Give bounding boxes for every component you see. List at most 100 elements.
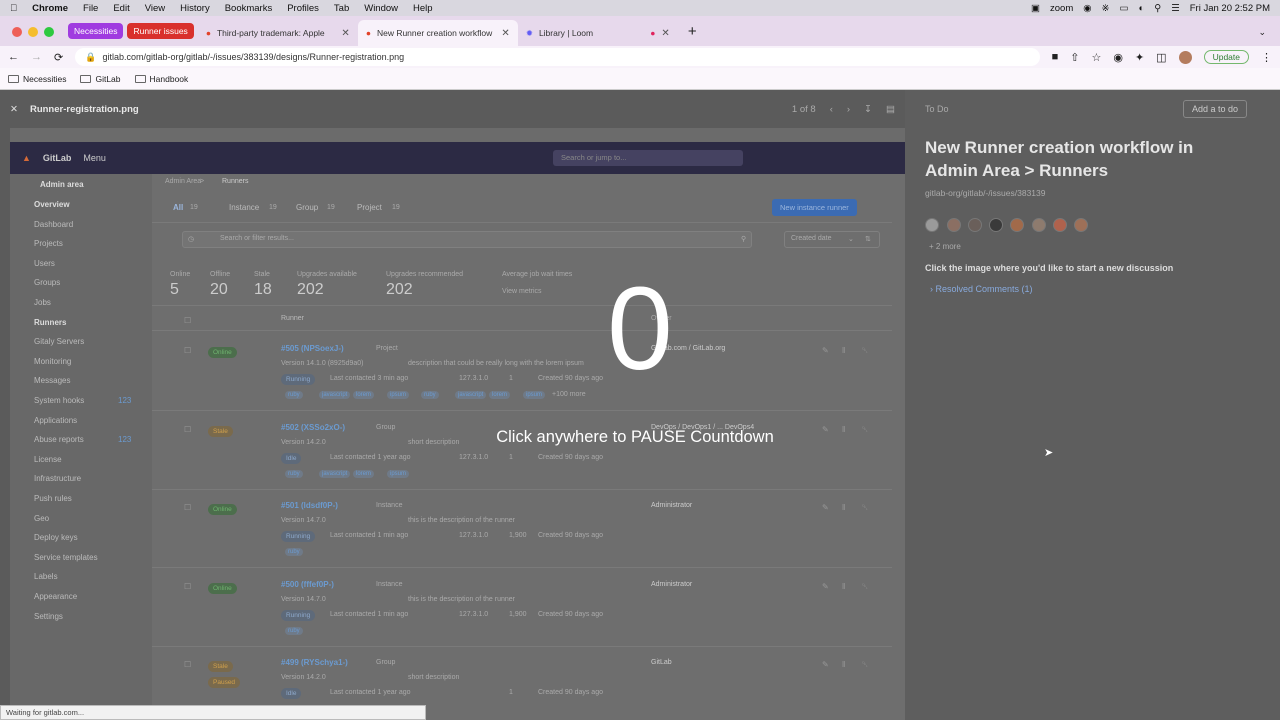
avatar[interactable] <box>1053 218 1067 232</box>
sidebar-item-users[interactable]: Users <box>34 259 55 268</box>
avatar[interactable] <box>1032 218 1046 232</box>
sidebar-item-applications[interactable]: Applications <box>34 416 77 425</box>
new-tab-button[interactable]: + <box>688 23 697 40</box>
back-icon[interactable]: ← <box>8 51 19 63</box>
menu-history[interactable]: History <box>180 3 210 14</box>
edit-icon[interactable]: ✎ <box>822 503 829 512</box>
breadcrumb-runners[interactable]: Runners <box>222 178 248 185</box>
tab-instance[interactable]: Instance <box>229 203 259 212</box>
avatar[interactable] <box>1010 218 1024 232</box>
more-participants[interactable]: + 2 more <box>929 242 961 251</box>
row-checkbox[interactable]: ☐ <box>184 503 191 512</box>
control-center-icon[interactable]: ☰ <box>1171 3 1180 14</box>
forward-icon[interactable]: → <box>31 51 42 63</box>
new-instance-runner-button[interactable]: New instance runner <box>772 199 857 216</box>
edit-icon[interactable]: ✎ <box>822 660 829 669</box>
close-icon[interactable]: ✕ <box>10 104 18 115</box>
menu-file[interactable]: File <box>83 3 98 14</box>
zoom-status[interactable]: zoom <box>1050 3 1073 14</box>
sidebar-toggle-icon[interactable]: ▤ <box>886 104 895 115</box>
kebab-menu-icon[interactable]: ⋮ <box>1261 51 1272 64</box>
menu-button[interactable]: Menu <box>83 153 106 163</box>
tab-group-necessities[interactable]: Necessities <box>68 23 124 39</box>
runner-owner[interactable]: Administrator <box>651 502 692 509</box>
runner-id-link[interactable]: #501 (ldsdf0P-) <box>281 501 338 510</box>
apple-icon[interactable]:  <box>10 3 17 14</box>
row-checkbox[interactable]: ☐ <box>184 660 191 669</box>
zoom-window-button[interactable] <box>44 27 54 37</box>
tab-group-runner-issues[interactable]: Runner issues <box>127 23 194 39</box>
sidebar-item-geo[interactable]: Geo <box>34 514 49 523</box>
bluetooth-icon[interactable]: ※ <box>1102 3 1110 14</box>
runner-id-link[interactable]: #499 (RYSchya1-) <box>281 658 348 667</box>
sidebar-item-labels[interactable]: Labels <box>34 572 58 581</box>
row-checkbox[interactable]: ☐ <box>184 582 191 591</box>
sidebar-item-dashboard[interactable]: Dashboard <box>34 220 73 229</box>
sidebar-item-push-rules[interactable]: Push rules <box>34 494 72 503</box>
sort-direction-icon[interactable]: ⇅ <box>865 235 871 243</box>
chevron-left-icon[interactable]: ‹ <box>830 104 833 115</box>
sidebar-item-appearance[interactable]: Appearance <box>34 592 77 601</box>
tab-search-icon[interactable]: ⌄ <box>1258 27 1266 38</box>
tab-group[interactable]: Group <box>296 203 318 212</box>
share-icon[interactable]: ⇧ <box>1070 51 1079 64</box>
avatar[interactable] <box>925 218 939 232</box>
clock[interactable]: Fri Jan 20 2:52 PM <box>1190 3 1270 14</box>
delete-icon[interactable]: ␡ <box>862 582 868 592</box>
filter-bar[interactable]: ◷ Search or filter results... ⚲ <box>182 231 752 248</box>
puzzle-icon[interactable]: ✦ <box>1135 51 1144 64</box>
delete-icon[interactable]: ␡ <box>862 660 868 670</box>
menu-window[interactable]: Window <box>364 3 398 14</box>
history-icon[interactable]: ◷ <box>188 235 194 243</box>
sidebar-icon[interactable]: ◫ <box>1156 51 1166 64</box>
pause-icon[interactable]: ‖ <box>842 503 845 512</box>
menu-tab[interactable]: Tab <box>334 3 349 14</box>
bookmark-handbook[interactable]: Handbook <box>134 74 188 84</box>
reload-icon[interactable]: ⟳ <box>54 51 63 64</box>
more-tags-link[interactable]: +100 more <box>552 391 586 398</box>
chevron-right-icon[interactable]: › <box>847 104 850 115</box>
add-todo-button[interactable]: Add a to do <box>1183 100 1248 118</box>
sidebar-item-infrastructure[interactable]: Infrastructure <box>34 474 81 483</box>
avatar[interactable] <box>947 218 961 232</box>
app-menu[interactable]: Chrome <box>32 3 68 14</box>
close-icon[interactable]: ✕ <box>661 28 669 39</box>
countdown-number[interactable]: 0 <box>0 270 1280 388</box>
close-icon[interactable]: ✕ <box>501 28 509 39</box>
search-input[interactable]: Search or jump to... <box>553 150 743 166</box>
pause-icon[interactable]: ‖ <box>842 660 845 669</box>
minimize-window-button[interactable] <box>28 27 38 37</box>
wifi-icon[interactable]: ◐ <box>1138 3 1144 14</box>
sidebar-item-settings[interactable]: Settings <box>34 612 63 621</box>
menu-profiles[interactable]: Profiles <box>287 3 319 14</box>
tab-all[interactable]: All <box>173 203 183 212</box>
menu-view[interactable]: View <box>145 3 165 14</box>
bookmark-star-icon[interactable]: ☆ <box>1091 51 1101 64</box>
download-icon[interactable]: ↧ <box>864 104 872 115</box>
tab-library-loom[interactable]: ✹ Library | Loom ● ✕ <box>518 20 678 46</box>
filter-input[interactable]: Search or filter results... <box>220 235 294 242</box>
sidebar-item-license[interactable]: License <box>34 455 62 464</box>
runner-owner[interactable]: GitLab <box>651 659 672 666</box>
sidebar-item-system-hooks[interactable]: System hooks 123 <box>34 396 131 405</box>
issue-path[interactable]: gitlab-org/gitlab/-/issues/383139 <box>925 188 1046 198</box>
search-icon[interactable]: ⚲ <box>741 235 746 243</box>
avatar[interactable] <box>989 218 1003 232</box>
menu-edit[interactable]: Edit <box>113 3 129 14</box>
edit-icon[interactable]: ✎ <box>822 582 829 591</box>
update-button[interactable]: Update <box>1203 50 1249 64</box>
chrome-status-icon[interactable]: ◉ <box>1083 3 1091 14</box>
sidebar-item-deploy-keys[interactable]: Deploy keys <box>34 533 78 542</box>
avatar[interactable] <box>968 218 982 232</box>
extension-icon[interactable]: ◉ <box>1113 51 1123 64</box>
breadcrumb-admin[interactable]: Admin Area <box>165 178 201 185</box>
tab-new-runner-creation[interactable]: ● New Runner creation workflow ✕ <box>357 20 518 46</box>
avatar[interactable] <box>1178 50 1192 64</box>
design-image[interactable]: ▲ GitLab Menu Search or jump to... Admin… <box>10 128 905 720</box>
tab-third-party-trademark[interactable]: ● Third-party trademark: Apple ✕ <box>198 20 358 46</box>
pause-countdown-prompt[interactable]: Click anywhere to PAUSE Countdown <box>0 428 1270 447</box>
search-icon[interactable]: ⚲ <box>1154 3 1161 14</box>
address-bar[interactable]: 🔒 gitlab.com/gitlab-org/gitlab/-/issues/… <box>75 48 1040 66</box>
sidebar-item-service-templates[interactable]: Service templates <box>34 553 98 562</box>
menu-bookmarks[interactable]: Bookmarks <box>225 3 273 14</box>
